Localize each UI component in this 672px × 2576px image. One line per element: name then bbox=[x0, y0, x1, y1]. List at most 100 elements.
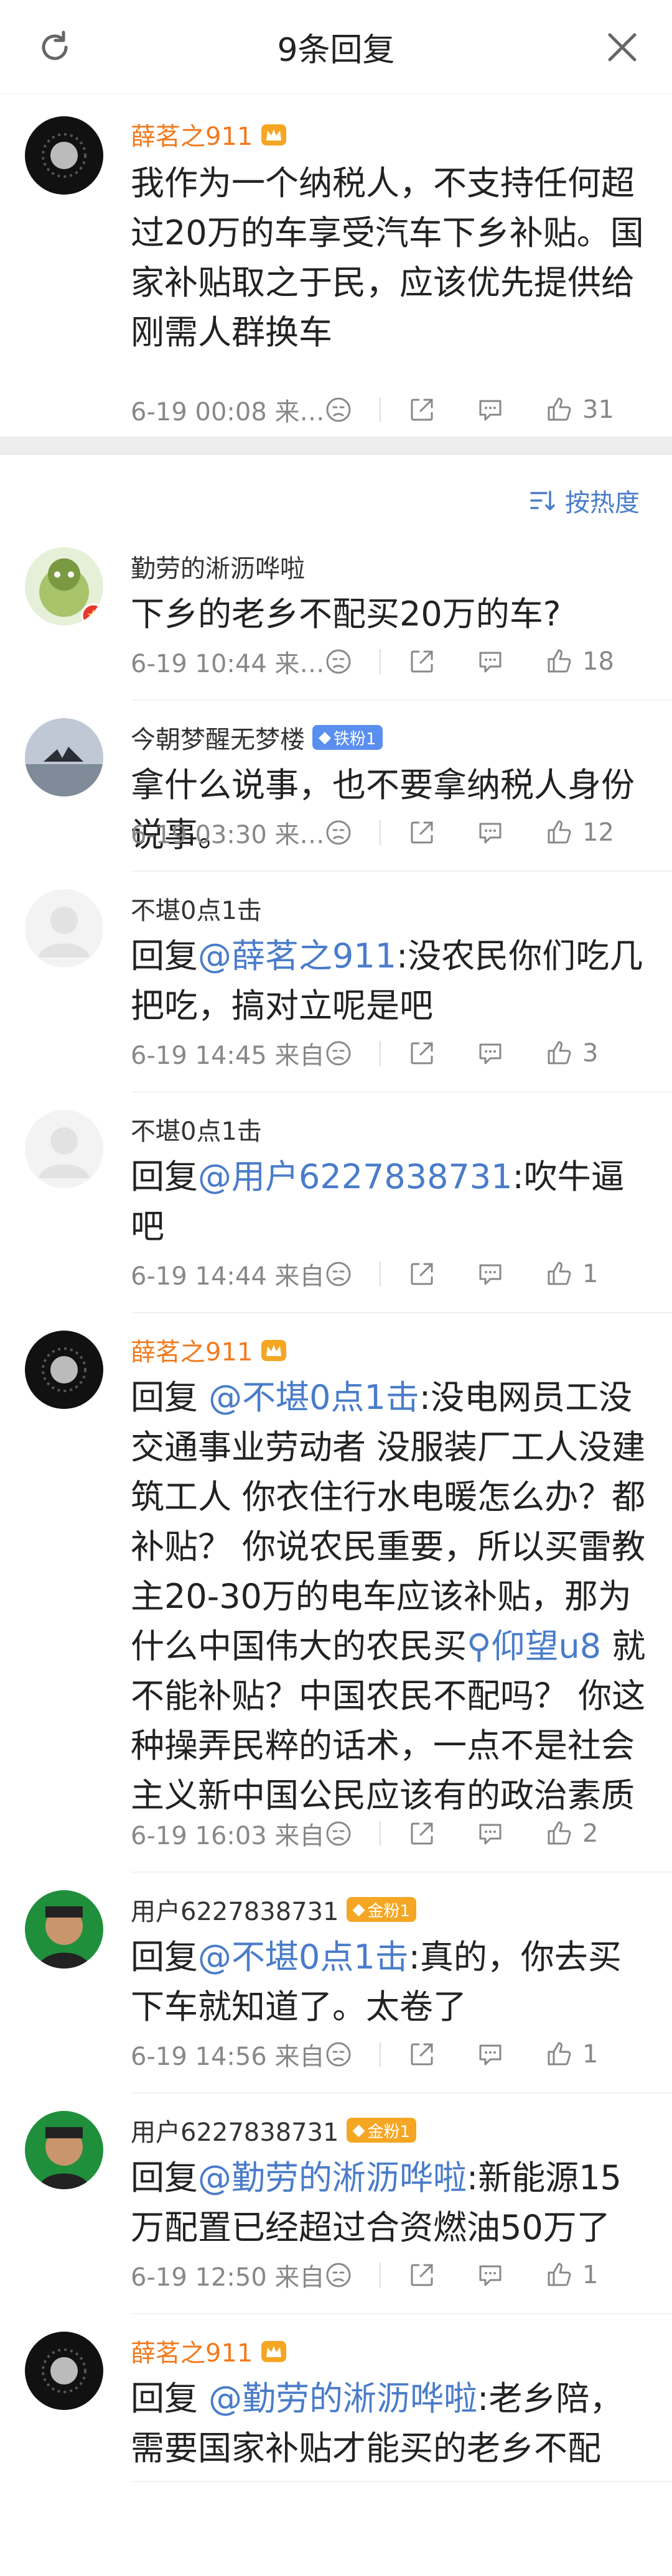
comment-icon[interactable] bbox=[475, 395, 505, 425]
badge-icon: ◆ bbox=[352, 1900, 365, 1919]
like-count: 1 bbox=[582, 2040, 599, 2069]
section-divider bbox=[0, 436, 672, 455]
avatar[interactable] bbox=[25, 718, 103, 796]
reply-content: 下乡的老乡不配买20万的车? bbox=[131, 589, 647, 639]
mention-link[interactable]: @用户6227838731 bbox=[198, 1157, 513, 1196]
reply-prefix: 回复 bbox=[131, 1157, 198, 1196]
refresh-icon[interactable] bbox=[36, 29, 73, 66]
share-icon[interactable] bbox=[407, 1259, 437, 1289]
author-name[interactable]: 薛茗之911 bbox=[131, 116, 647, 152]
reply-text: :没电网员工没交通事业劳动者 没服装厂工人没建筑工人 你衣住行水电暖怎么办？都补… bbox=[131, 1378, 646, 1666]
reply-content: 回复@不堪0点1击:真的，你去买下车就知道了。太卷了 bbox=[131, 1932, 647, 2032]
divider bbox=[380, 649, 381, 674]
like-icon[interactable] bbox=[544, 1259, 574, 1289]
comment-icon[interactable] bbox=[475, 1259, 505, 1289]
comment-icon[interactable] bbox=[475, 1038, 505, 1068]
author-name[interactable]: 不堪0点1击 bbox=[131, 1111, 647, 1147]
comment-text: 我作为一个纳税人，不支持任何超过20万的车享受汽车下乡补贴。国家补贴取之于民，应… bbox=[131, 164, 644, 352]
reply-prefix: 回复 bbox=[131, 2379, 209, 2418]
like-icon[interactable] bbox=[544, 647, 574, 676]
avatar[interactable] bbox=[25, 1331, 103, 1409]
vip-crown-icon bbox=[260, 2338, 287, 2363]
author-name[interactable]: 今朝梦醒无梦楼 ◆ 铁粉1 bbox=[131, 719, 647, 755]
dislike-icon[interactable] bbox=[324, 1819, 353, 1849]
timestamp: 6-19 14:44 来自… bbox=[131, 1262, 324, 1291]
comment-icon[interactable] bbox=[475, 647, 505, 676]
avatar[interactable] bbox=[25, 1110, 103, 1188]
reply-footer: 6-19 14:45 来自… 3 bbox=[131, 1035, 598, 1071]
search-icon: ⚲ bbox=[467, 1627, 492, 1666]
author-name[interactable]: 勤劳的淅沥哗啦 bbox=[131, 548, 647, 584]
like-count: 18 bbox=[582, 647, 614, 676]
like-icon[interactable] bbox=[544, 818, 574, 847]
dislike-icon[interactable] bbox=[324, 2039, 353, 2069]
reply-item: 用户6227838731 ◆ 金粉1 回复@勤劳的淅沥哗啦:新能源15万配置已经超过合… bbox=[0, 2094, 672, 2314]
row-divider bbox=[132, 2481, 672, 2482]
dislike-icon[interactable] bbox=[324, 1038, 353, 1068]
dislike-icon[interactable] bbox=[324, 2260, 353, 2290]
reply-footer: 6-19 14:56 来自… 1 bbox=[131, 2036, 598, 2072]
like-icon[interactable] bbox=[544, 2260, 574, 2290]
dislike-icon[interactable] bbox=[324, 1259, 353, 1289]
share-icon[interactable] bbox=[407, 647, 437, 676]
like-count: 2 bbox=[582, 1819, 599, 1848]
close-icon[interactable] bbox=[605, 30, 640, 65]
author-name[interactable]: 薛茗之911 bbox=[131, 2333, 647, 2369]
avatar[interactable] bbox=[25, 2332, 103, 2410]
mention-link[interactable]: @勤劳的淅沥哗啦 bbox=[198, 2158, 467, 2197]
like-icon[interactable] bbox=[544, 1819, 574, 1849]
divider bbox=[380, 1041, 381, 1066]
avatar[interactable] bbox=[25, 1890, 103, 1969]
share-icon[interactable] bbox=[407, 2260, 437, 2290]
like-count: 3 bbox=[582, 1039, 599, 1068]
mention-link[interactable]: @薛茗之911 bbox=[198, 936, 396, 976]
comment-icon[interactable] bbox=[475, 1819, 505, 1849]
reply-footer: 6-19 03:30 来… 12 bbox=[131, 815, 614, 851]
author-name[interactable]: 用户6227838731 ◆ 金粉1 bbox=[131, 2112, 647, 2148]
timestamp: 6-19 12:50 来自… bbox=[131, 2263, 324, 2292]
comment-icon[interactable] bbox=[475, 2039, 505, 2069]
reply-item: 不堪0点1击回复@薛茗之911:没农民你们吃几把吃，搞对立呢是吧 6-19 14:… bbox=[0, 872, 672, 1092]
timestamp: 6-19 14:45 来自… bbox=[131, 1041, 324, 1070]
fan-badge: ◆ 金粉1 bbox=[346, 2118, 417, 2143]
author-name[interactable]: 薛茗之911 bbox=[131, 1332, 647, 1368]
sort-label: 按热度 bbox=[565, 489, 640, 517]
like-icon[interactable] bbox=[544, 1038, 574, 1068]
dislike-icon[interactable] bbox=[324, 647, 353, 676]
reply-content: 回复@薛茗之911:没农民你们吃几把吃，搞对立呢是吧 bbox=[131, 931, 647, 1031]
share-icon[interactable] bbox=[407, 1038, 437, 1068]
search-link[interactable]: ⚲仰望u8 bbox=[467, 1627, 601, 1666]
share-icon[interactable] bbox=[407, 818, 437, 847]
vip-crown-icon bbox=[260, 122, 287, 147]
avatar[interactable] bbox=[25, 2111, 103, 2189]
share-icon[interactable] bbox=[407, 395, 437, 425]
dislike-icon[interactable] bbox=[324, 395, 353, 425]
root-footer: 6-19 00:08 来… 31 bbox=[131, 392, 614, 428]
reply-item: 薛茗之911 回复 @勤劳的淅沥哗啦:老乡陪，需要国家补贴才能买的老乡不配 bbox=[0, 2314, 672, 2482]
reply-prefix: 回复 bbox=[131, 1378, 209, 1417]
reply-item: 今朝梦醒无梦楼 ◆ 铁粉1 拿什么说事，也不要拿纳税人身份说事。 6-19 03:30 … bbox=[0, 701, 672, 872]
comment-icon[interactable] bbox=[475, 818, 505, 847]
mention-link[interactable]: @勤劳的淅沥哗啦 bbox=[208, 2379, 477, 2418]
root-comment: 薛茗之911 我作为一个纳税人，不支持任何超过20万的车享受汽车下乡补贴。国家补… bbox=[0, 94, 672, 436]
mention-link[interactable]: @不堪0点1击 bbox=[198, 1937, 409, 1977]
reply-item: 勤劳的淅沥哗啦 下乡的老乡不配买20万的车? 6-19 10:44 来… 18 bbox=[0, 530, 672, 701]
reply-item: 不堪0点1击回复@用户6227838731:吹牛逼吧 6-19 14:44 来自…… bbox=[0, 1092, 672, 1313]
avatar[interactable] bbox=[25, 889, 103, 967]
verified-badge-icon bbox=[81, 603, 103, 626]
author-name[interactable]: 用户6227838731 ◆ 金粉1 bbox=[131, 1891, 647, 1927]
author-name[interactable]: 不堪0点1击 bbox=[131, 890, 647, 926]
share-icon[interactable] bbox=[407, 1819, 437, 1849]
like-icon[interactable] bbox=[544, 2039, 574, 2069]
dislike-icon[interactable] bbox=[324, 818, 353, 847]
reply-footer: 6-19 14:44 来自… 1 bbox=[131, 1256, 598, 1292]
share-icon[interactable] bbox=[407, 2039, 437, 2069]
avatar[interactable] bbox=[25, 547, 103, 626]
mention-link[interactable]: @不堪0点1击 bbox=[208, 1378, 419, 1417]
badge-icon: ◆ bbox=[319, 728, 331, 747]
avatar[interactable] bbox=[25, 116, 103, 195]
like-icon[interactable] bbox=[544, 395, 574, 425]
comment-icon[interactable] bbox=[475, 2260, 505, 2290]
top-bar: 9条回复 bbox=[0, 0, 672, 94]
sort-toggle[interactable]: 按热度 bbox=[529, 482, 640, 519]
